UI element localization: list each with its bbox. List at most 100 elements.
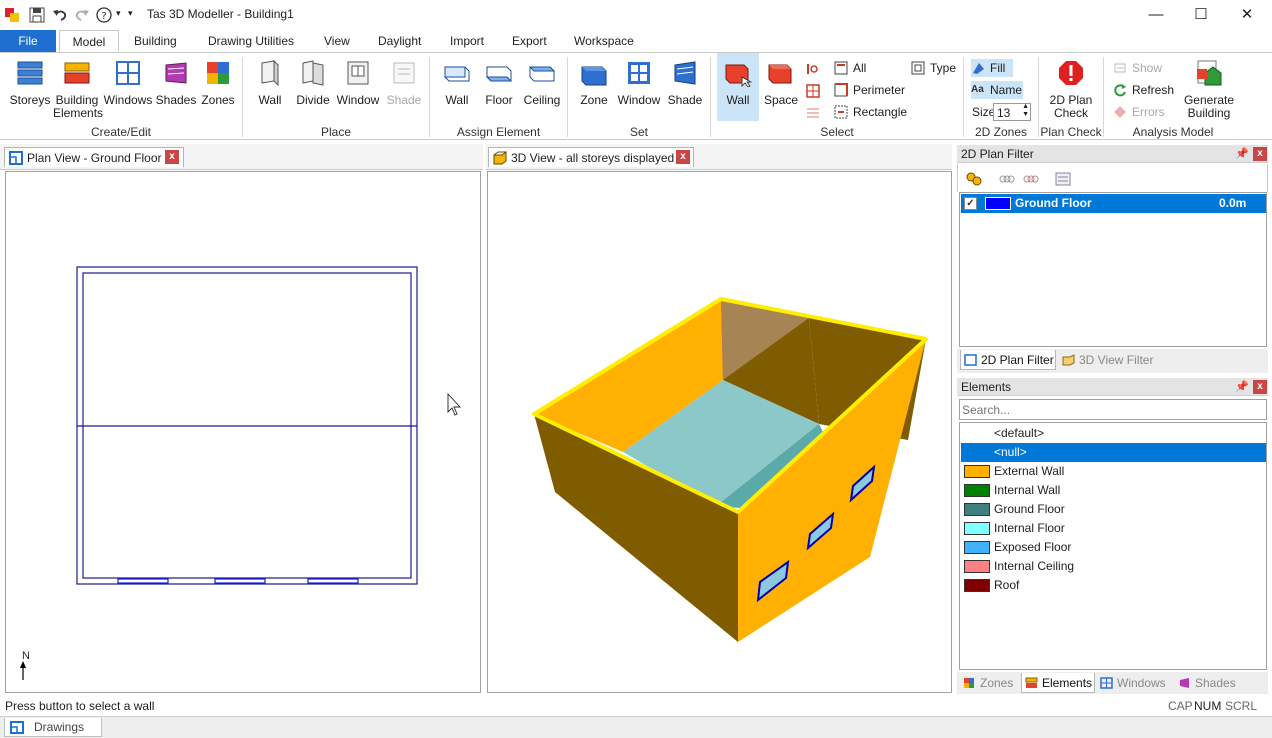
building-elements-button[interactable]: Building Elements <box>53 53 103 120</box>
element-item-external-wall[interactable]: External Wall <box>961 462 1266 481</box>
spin-down-icon[interactable]: ▼ <box>1022 111 1029 119</box>
assign-floor-button[interactable]: Floor <box>479 53 519 107</box>
maximize-button[interactable]: ☐ <box>1186 4 1216 26</box>
place-wall-button[interactable]: Wall <box>250 53 290 107</box>
element-item-internal-ceiling[interactable]: Internal Ceiling <box>961 557 1266 576</box>
element-item-internal-floor[interactable]: Internal Floor <box>961 519 1266 538</box>
tab-windows[interactable]: Windows <box>1097 673 1173 693</box>
element-name: <null> <box>994 445 1027 459</box>
element-item-null[interactable]: <null> <box>961 443 1266 462</box>
tab-building[interactable]: Building <box>126 30 185 52</box>
customize-toolbar-icon[interactable]: ▾ <box>128 8 144 24</box>
elements-close-icon[interactable]: x <box>1253 380 1267 394</box>
tab-import[interactable]: Import <box>442 30 492 52</box>
select-perimeter-label: Perimeter <box>853 83 906 97</box>
element-item-ground-floor[interactable]: Ground Floor <box>961 500 1266 519</box>
select-perimeter-button[interactable]: Perimeter <box>834 81 905 99</box>
redo-icon[interactable] <box>74 7 90 23</box>
3d-filter-tab-icon <box>1062 354 1075 366</box>
tab-3d-view-filter[interactable]: 3D View Filter <box>1059 350 1159 370</box>
tab-elements[interactable]: Elements <box>1021 673 1095 693</box>
generate-building-button[interactable]: Generate Building <box>1180 53 1238 120</box>
element-item-exposed-floor[interactable]: Exposed Floor <box>961 538 1266 557</box>
assign-ceiling-button[interactable]: Ceiling <box>521 53 563 107</box>
storeys-icon <box>17 61 43 85</box>
tab-drawings[interactable]: Drawings <box>4 718 102 737</box>
tab-export[interactable]: Export <box>504 30 555 52</box>
tab-3d-view[interactable]: 3D View - all storeys displayed <box>488 147 694 167</box>
tab-workspace[interactable]: Workspace <box>566 30 642 52</box>
spin-up-icon[interactable]: ▲ <box>1022 103 1029 111</box>
place-window-button[interactable]: Window <box>336 53 380 107</box>
show-all-storeys-icon[interactable] <box>999 171 1015 187</box>
windows-button[interactable]: Windows <box>102 53 154 107</box>
select-type-button[interactable]: Type <box>911 59 956 77</box>
select-all-button[interactable]: All <box>834 59 866 77</box>
show-label: Show <box>1132 61 1163 75</box>
storey-row[interactable]: ✓ Ground Floor 0.0m <box>961 194 1266 213</box>
tab-shades[interactable]: Shades <box>1175 673 1241 693</box>
3d-view-canvas[interactable] <box>487 171 952 693</box>
select-space-button[interactable]: Space <box>761 53 801 107</box>
minimize-button[interactable]: — <box>1141 4 1171 26</box>
tab-view[interactable]: View <box>316 30 358 52</box>
set-zone-button[interactable]: Zone <box>574 53 614 107</box>
group-analysis-model: Analysis Model <box>1132 125 1214 139</box>
shades-button[interactable]: Shades <box>155 53 197 107</box>
select-disabled-icon[interactable] <box>805 105 821 121</box>
select-rectangle-button[interactable]: Rectangle <box>834 103 907 121</box>
set-window-button[interactable]: Window <box>616 53 662 107</box>
pin-icon[interactable]: 📌 <box>1235 145 1249 163</box>
refresh-button[interactable]: Refresh <box>1113 81 1174 99</box>
show-button[interactable]: Show <box>1113 59 1162 77</box>
size-spinner[interactable]: 13 ▲ ▼ <box>993 103 1031 121</box>
warning-octagon-icon <box>1059 61 1083 85</box>
plan-view-close-icon[interactable]: x <box>165 150 179 164</box>
select-vertex-icon[interactable] <box>805 61 821 77</box>
tab-model[interactable]: Model <box>59 30 119 52</box>
name-label: Name <box>990 83 1023 97</box>
zones-fill-toggle[interactable]: Fill <box>971 59 1013 77</box>
status-message: Press button to select a wall <box>5 699 155 713</box>
close-button[interactable]: ✕ <box>1232 4 1262 26</box>
plan-filter-list: ✓ Ground Floor 0.0m <box>959 192 1267 347</box>
pin-icon[interactable]: 📌 <box>1235 378 1249 396</box>
hide-all-storeys-icon[interactable] <box>1023 171 1039 187</box>
element-item-internal-wall[interactable]: Internal Wall <box>961 481 1266 500</box>
help-icon[interactable]: ? <box>96 7 112 23</box>
divide-button[interactable]: Divide <box>293 53 333 107</box>
tab-zones[interactable]: Zones <box>960 673 1020 693</box>
assign-wall-button[interactable]: Wall <box>437 53 477 107</box>
select-grid-icon[interactable] <box>805 83 821 99</box>
tab-plan-view[interactable]: Plan View - Ground Floor <box>4 147 184 167</box>
tab-file[interactable]: File <box>0 30 56 52</box>
set-shade-button[interactable]: Shade <box>664 53 706 107</box>
filter-settings-icon[interactable] <box>1055 171 1071 187</box>
plan-filter-close-icon[interactable]: x <box>1253 147 1267 161</box>
plan-check-button[interactable]: 2D Plan Check <box>1044 53 1098 120</box>
place-shade-button[interactable]: Shade <box>384 53 424 107</box>
elements-search-input[interactable] <box>959 399 1267 420</box>
windows-icon <box>116 61 140 85</box>
link-storeys-icon[interactable] <box>966 171 982 187</box>
element-item-roof[interactable]: Roof <box>961 576 1266 595</box>
tab-2d-plan-filter[interactable]: 2D Plan Filter <box>960 350 1056 370</box>
tab-drawing-utilities[interactable]: Drawing Utilities <box>200 30 302 52</box>
tab-daylight[interactable]: Daylight <box>370 30 429 52</box>
select-all-label: All <box>853 61 867 75</box>
group-set: Set <box>629 125 648 139</box>
element-name: Internal Floor <box>994 521 1065 535</box>
element-item-default[interactable]: <default> <box>961 424 1266 443</box>
undo-icon[interactable] <box>52 7 68 23</box>
plan-view-canvas[interactable]: N <box>5 171 481 693</box>
errors-button[interactable]: Errors <box>1113 103 1165 121</box>
3d-view-close-icon[interactable]: x <box>676 150 690 164</box>
save-icon[interactable] <box>29 7 45 23</box>
fill-icon <box>973 63 984 74</box>
zones-button[interactable]: Zones <box>198 53 238 107</box>
select-wall-button[interactable]: Wall <box>717 53 759 121</box>
storey-visible-checkbox[interactable]: ✓ <box>964 197 977 210</box>
zones-name-toggle[interactable]: Aa Name <box>971 81 1023 99</box>
elements-header: Elements 📌 x <box>957 378 1268 396</box>
storeys-button[interactable]: Storeys <box>8 53 52 107</box>
